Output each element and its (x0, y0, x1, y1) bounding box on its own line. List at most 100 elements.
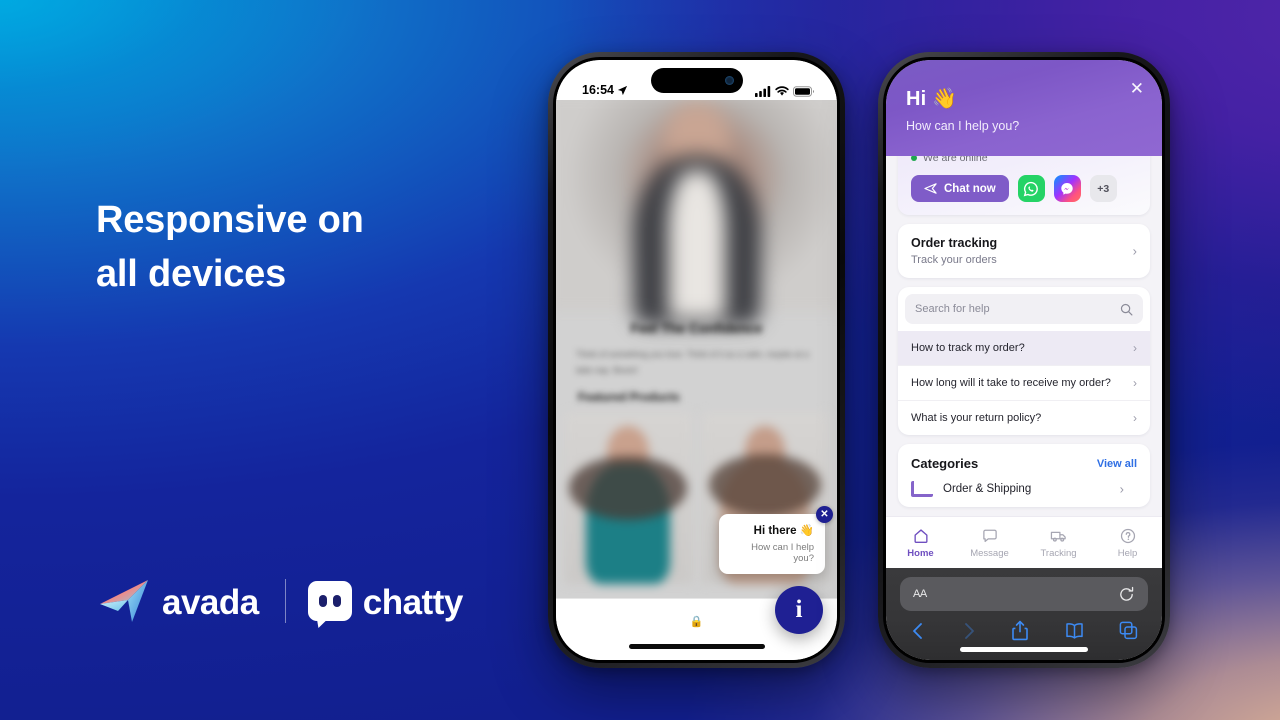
order-tracking-title: Order tracking (911, 236, 998, 250)
lock-icon: 🔒 (689, 616, 704, 628)
store-heading: Feel The Confidence (630, 321, 763, 336)
chat-widget-header: ✕ Hi 👋 How can I help you? (886, 60, 1162, 159)
brand-logos: avada chatty (98, 570, 463, 632)
hero-model-photo (556, 100, 837, 325)
chevron-right-icon: › (1119, 481, 1124, 497)
book-icon[interactable] (1064, 622, 1085, 640)
left-phone-mockup: 16:54 Feel The Confidence Think of somet… (548, 52, 845, 668)
chevron-right-icon: › (1133, 341, 1137, 355)
hero-banner-image (556, 100, 837, 325)
search-placeholder: Search for help (915, 303, 990, 315)
right-phone-mockup: ✕ Hi 👋 How can I help you? Contact us We… (878, 52, 1170, 668)
dynamic-island (650, 68, 743, 93)
store-copy: Feel The Confidence Think of something y… (556, 321, 837, 404)
logo-divider (284, 579, 286, 623)
chatty-eye-right (332, 595, 341, 607)
safari-address-bar[interactable]: AA (900, 577, 1148, 611)
help-circle-icon (1120, 528, 1135, 543)
chat-launcher-button[interactable]: i (775, 586, 823, 634)
whatsapp-icon[interactable] (1017, 175, 1045, 202)
faq-label: What is your return policy? (911, 412, 1042, 424)
nav-item-help[interactable]: Help (1093, 517, 1162, 568)
nav-label: Help (1117, 547, 1138, 559)
categories-header: Categories View all (911, 456, 1137, 471)
shopping-cart-icon (911, 481, 933, 497)
order-tracking-subtitle: Track your orders (911, 254, 997, 266)
chatty-wordmark: chatty (362, 582, 464, 622)
categories-card: Categories View all Order & Shipping › (898, 444, 1150, 507)
chatty-eye-left (318, 595, 327, 607)
home-indicator (628, 644, 765, 649)
widget-subtitle: How can I help you? (906, 119, 1020, 133)
battery-icon (793, 86, 815, 97)
chatty-logo-icon (307, 581, 352, 621)
faq-item[interactable]: What is your return policy? › (898, 400, 1150, 435)
text-size-button[interactable]: AA (913, 588, 927, 600)
cellular-signal-icon (755, 86, 771, 97)
wifi-icon (775, 86, 789, 96)
reload-icon[interactable] (1118, 586, 1135, 603)
order-tracking-card[interactable]: Order tracking Track your orders › (898, 224, 1150, 278)
right-phone-screen: ✕ Hi 👋 How can I help you? Contact us We… (886, 60, 1162, 660)
status-right (755, 86, 815, 97)
online-status-label: We are online (923, 156, 988, 164)
chat-now-button[interactable]: Chat now (911, 175, 1009, 202)
status-dot-icon (911, 156, 917, 161)
headline-line-2: all devices (96, 252, 287, 295)
chevron-right-icon[interactable] (961, 621, 977, 641)
category-label: Order & Shipping (943, 483, 1032, 495)
close-icon[interactable]: ✕ (816, 506, 833, 523)
right-phone-bezel: ✕ Hi 👋 How can I help you? Contact us We… (883, 57, 1165, 663)
nav-label: Message (970, 547, 1009, 559)
message-icon (982, 529, 997, 542)
categories-title: Categories (911, 456, 979, 471)
faq-item[interactable]: How to track my order? › (898, 331, 1150, 365)
page-headline: Responsive on all devices (96, 194, 526, 302)
avada-wordmark: avada (162, 582, 259, 622)
paper-plane-icon (924, 183, 937, 194)
share-icon[interactable] (1011, 620, 1029, 641)
nav-label: Tracking (1040, 547, 1077, 559)
home-icon (913, 528, 928, 543)
headline-line-1: Responsive on (96, 199, 364, 241)
home-indicator (960, 647, 1088, 652)
safari-toolbar: AA (886, 568, 1162, 660)
left-phone-screen: 16:54 Feel The Confidence Think of somet… (556, 60, 837, 660)
faq-label: How long will it take to receive my orde… (911, 377, 1111, 389)
front-camera-icon (724, 76, 734, 85)
faq-item[interactable]: How long will it take to receive my orde… (898, 365, 1150, 400)
search-input[interactable]: Search for help (905, 294, 1143, 324)
left-phone-bezel: 16:54 Feel The Confidence Think of somet… (553, 57, 840, 663)
product-card[interactable] (564, 412, 693, 585)
faq-label: How to track my order? (911, 342, 1025, 354)
location-arrow-icon (617, 85, 628, 95)
close-icon[interactable]: ✕ (1130, 80, 1144, 97)
category-item[interactable]: Order & Shipping › (911, 481, 1137, 497)
store-webpage: Feel The Confidence Think of something y… (556, 100, 837, 660)
nav-label: Home (907, 547, 934, 559)
chat-teaser-bubble[interactable]: ✕ Hi there 👋 How can I help you? (719, 506, 833, 574)
more-channels-button[interactable]: +3 (1089, 175, 1117, 202)
status-left: 16:54 (582, 83, 628, 97)
nav-item-home[interactable]: Home (886, 517, 955, 568)
avada-logo-icon (98, 578, 152, 624)
chevron-left-icon[interactable] (910, 621, 926, 641)
chevron-right-icon: › (1133, 376, 1137, 390)
view-all-link[interactable]: View all (1097, 458, 1137, 470)
chevron-right-icon: › (1133, 411, 1137, 425)
tabs-icon[interactable] (1119, 621, 1138, 640)
info-icon: i (795, 596, 803, 623)
help-center-card: Search for help How to track my order? ›… (898, 287, 1150, 435)
status-time: 16:54 (582, 83, 614, 97)
nav-item-tracking[interactable]: Tracking (1024, 517, 1093, 568)
widget-greeting: Hi 👋 (906, 88, 958, 110)
store-section-title: Featured Products (578, 392, 680, 405)
contact-channels: Chat now +3 (911, 175, 1137, 202)
messenger-icon[interactable] (1053, 175, 1081, 202)
contact-us-card: Contact us We are online Chat now (898, 156, 1150, 215)
safari-nav-icons (900, 611, 1148, 641)
truck-icon (1050, 531, 1066, 542)
search-icon (1120, 303, 1133, 315)
nav-item-message[interactable]: Message (955, 517, 1024, 568)
chat-widget-body: Contact us We are online Chat now (886, 156, 1162, 568)
